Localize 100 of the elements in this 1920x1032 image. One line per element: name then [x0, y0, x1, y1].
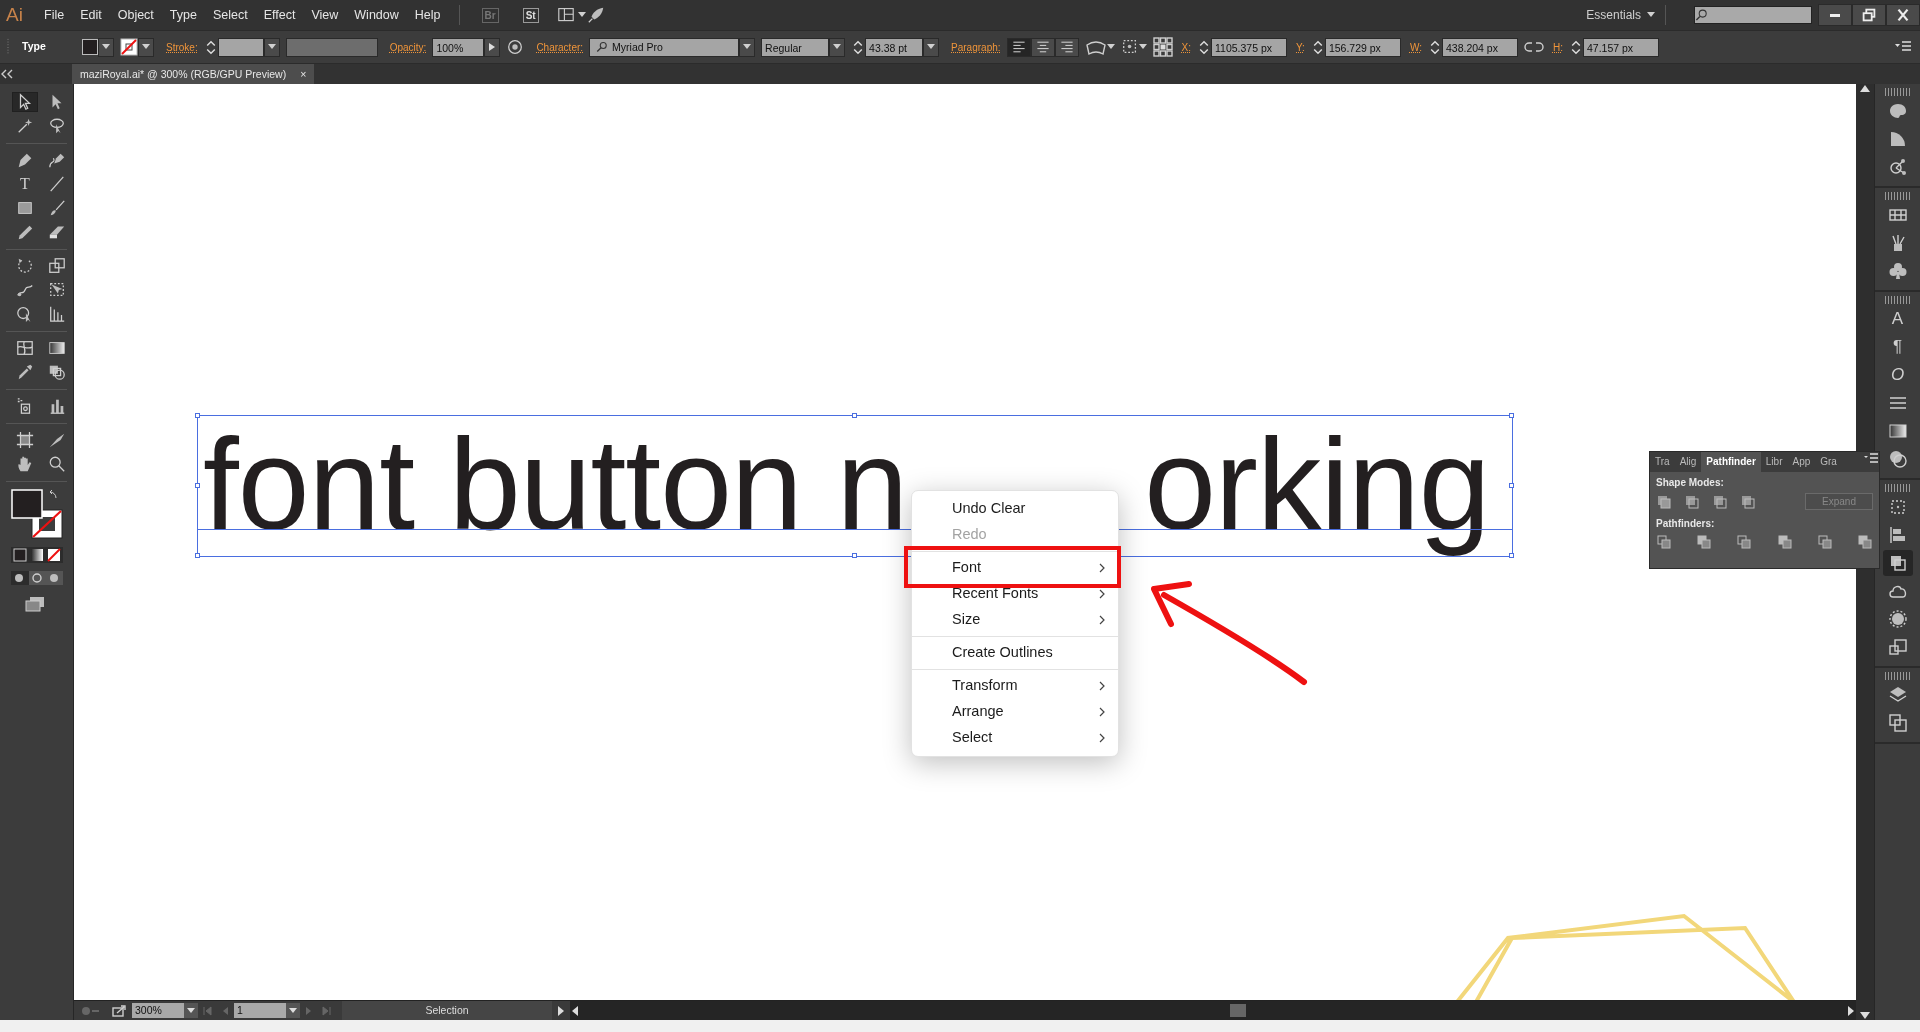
close-tab-button[interactable]: ×	[300, 64, 307, 84]
width-field[interactable]: 438.204 px	[1441, 37, 1518, 57]
document-tab[interactable]: maziRoyal.ai* @ 300% (RGB/GPU Preview) ×	[72, 64, 315, 84]
menu-item[interactable]: Type	[161, 5, 205, 25]
layout-button[interactable]	[556, 7, 586, 23]
selection-handle[interactable]	[1509, 483, 1514, 488]
artboard-icon[interactable]	[16, 431, 34, 449]
overlapping-squares-icon[interactable]	[1856, 534, 1873, 550]
selection-handle[interactable]	[195, 553, 200, 558]
panel-tab[interactable]: App	[1787, 452, 1816, 472]
opacity-label[interactable]: Opacity:	[389, 39, 427, 55]
scale-icon[interactable]	[48, 257, 66, 275]
x-field[interactable]: 1105.375 px	[1211, 37, 1287, 57]
perspective-grid-icon[interactable]	[48, 305, 66, 323]
artboards-icon[interactable]	[1887, 637, 1908, 657]
x-label[interactable]: X:	[1181, 39, 1191, 55]
caret-icon[interactable]	[1138, 44, 1147, 50]
dashed-circle-icon[interactable]	[1887, 609, 1908, 629]
selection-handle[interactable]	[852, 413, 857, 418]
app-launch-button[interactable]: St	[522, 7, 539, 23]
align-center-button[interactable]	[1030, 37, 1055, 57]
hand-icon[interactable]	[16, 455, 34, 473]
panel-menu-icon[interactable]	[1863, 452, 1879, 464]
align-right-button[interactable]	[1054, 37, 1079, 57]
slice-knife-icon[interactable]	[48, 431, 66, 449]
dropdown-button[interactable]	[184, 1003, 198, 1018]
h-label[interactable]: H:	[1552, 39, 1563, 55]
caret-icon[interactable]	[577, 12, 586, 18]
workspace-switcher[interactable]: Essentials	[1586, 6, 1655, 24]
paragraph-label[interactable]: Paragraph:	[951, 39, 1001, 55]
color-mode-buttons-icon[interactable]	[10, 546, 64, 564]
selection-handle[interactable]	[195, 483, 200, 488]
overlapping-circles-icon[interactable]	[1887, 449, 1908, 469]
dropdown-button[interactable]	[923, 37, 940, 57]
font-style-field[interactable]: Regular	[761, 37, 830, 57]
context-menu-item[interactable]: Size	[912, 607, 1098, 633]
selection-handle[interactable]	[1509, 413, 1514, 418]
pen-nib-icon[interactable]	[16, 151, 34, 169]
menu-item[interactable]: Effect	[255, 5, 304, 25]
panel-menu-icon[interactable]	[1894, 40, 1912, 54]
paintbrush-icon[interactable]	[48, 199, 66, 217]
scroll-left-icon[interactable]	[570, 1005, 580, 1016]
magnifier-icon[interactable]	[48, 455, 66, 473]
reference-point-icon[interactable]	[1152, 37, 1173, 57]
context-menu-item[interactable]: Undo Clear	[912, 496, 1098, 522]
selection-handle[interactable]	[852, 553, 857, 558]
mesh-icon[interactable]	[16, 339, 34, 357]
context-menu-item[interactable]: Select	[912, 725, 1098, 751]
screen-mode-icon[interactable]	[24, 594, 46, 613]
menu-item[interactable]: Help	[406, 5, 449, 25]
rotate-icon[interactable]	[16, 257, 34, 275]
stroke-weight-field[interactable]	[217, 37, 264, 57]
selection-handle[interactable]	[1509, 553, 1514, 558]
panel-glyph-icon[interactable]: O	[1890, 362, 1905, 388]
fill-stroke-swatches-icon[interactable]	[10, 488, 66, 540]
opacity-field[interactable]: 100%	[432, 37, 485, 57]
lasso-icon[interactable]	[48, 117, 66, 135]
menu-item[interactable]: Edit	[72, 5, 110, 25]
scroll-thumb[interactable]	[1230, 1004, 1246, 1017]
zoom-field[interactable]: 300%	[132, 1003, 184, 1018]
close-button[interactable]	[1886, 4, 1920, 26]
context-menu-item[interactable]: Font	[912, 555, 1098, 581]
height-field[interactable]: 47.157 px	[1582, 37, 1659, 57]
character-label[interactable]: Character:	[536, 39, 584, 55]
panel-glyph-icon[interactable]: A	[1891, 306, 1904, 332]
gradient-icon[interactable]	[48, 339, 66, 357]
gradient-icon[interactable]	[1887, 421, 1908, 441]
dropdown-button[interactable]	[286, 1003, 300, 1018]
line-icon[interactable]	[48, 175, 66, 193]
opacity-slider-button[interactable]	[484, 37, 501, 57]
share-icon[interactable]	[112, 1004, 126, 1017]
y-field[interactable]: 156.729 px	[1324, 37, 1401, 57]
selection-handle[interactable]	[195, 413, 200, 418]
transform-origin-icon[interactable]	[1120, 38, 1139, 56]
play-icon[interactable]	[556, 1005, 566, 1016]
align-left-icon[interactable]	[1887, 525, 1908, 545]
column-graph-icon[interactable]	[48, 397, 66, 415]
rectangle-icon[interactable]	[16, 199, 34, 217]
pen-nib-icon[interactable]	[48, 151, 66, 169]
profile-dropdown[interactable]	[285, 37, 378, 57]
stroke-label[interactable]: Stroke:	[166, 39, 198, 55]
caret-icon[interactable]	[1106, 44, 1115, 50]
dropdown-button[interactable]	[739, 37, 756, 57]
stroke-none-swatch[interactable]	[120, 38, 138, 56]
blend-icon[interactable]	[48, 363, 66, 381]
w-label[interactable]: W:	[1409, 39, 1422, 55]
context-menu-item[interactable]: Create Outlines	[912, 640, 1098, 666]
horizontal-scrollbar[interactable]	[570, 1001, 1856, 1020]
panel-tab[interactable]: Tra	[1650, 452, 1675, 472]
context-menu-item[interactable]: Arrange	[912, 699, 1098, 725]
menu-item[interactable]: Window	[346, 5, 407, 25]
overlapping-squares-icon[interactable]	[1776, 534, 1793, 550]
pencil-icon[interactable]	[16, 223, 34, 241]
context-menu-item[interactable]: Transform	[912, 673, 1098, 699]
menu-item[interactable]: View	[303, 5, 347, 25]
free-transform-icon[interactable]	[48, 281, 66, 299]
magic-wand-icon[interactable]	[16, 117, 34, 135]
artboard-number-field[interactable]: 1	[234, 1003, 286, 1018]
warp-arc-icon[interactable]	[1084, 39, 1107, 55]
draw-mode-buttons-icon[interactable]	[10, 570, 64, 586]
